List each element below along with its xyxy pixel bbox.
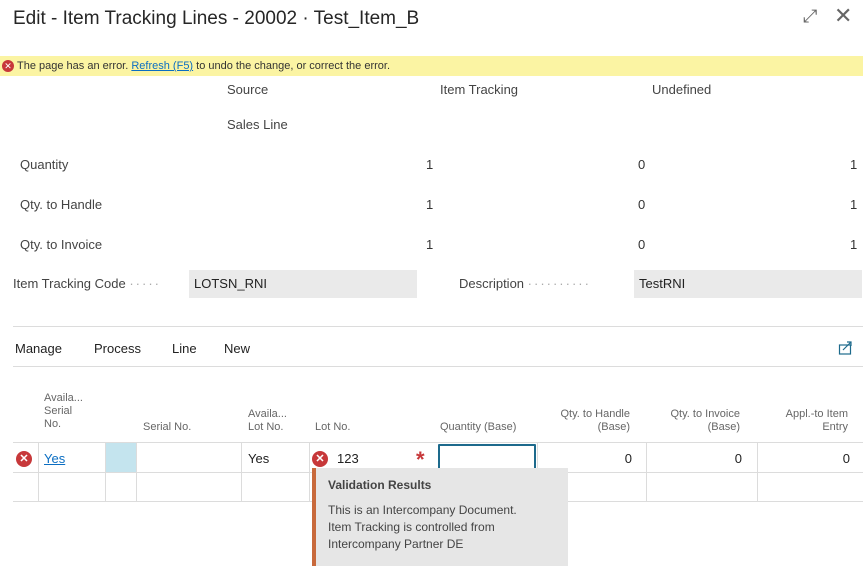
grid-line (309, 442, 310, 502)
qty-invoice-value[interactable]: 0 (710, 451, 742, 466)
refresh-link[interactable]: Refresh (F5) (131, 60, 193, 72)
quantity-undefined: 1 (850, 157, 858, 172)
col-serial-no[interactable]: Serial No. (143, 421, 191, 434)
row-label-qty-to-invoice: Qty. to Invoice (20, 237, 103, 252)
qty-handle-undefined: 1 (850, 197, 858, 212)
qty-invoice-undefined: 1 (850, 237, 858, 252)
header-source: Source (227, 82, 269, 97)
share-icon[interactable] (838, 340, 853, 355)
error-suffix: to undo the change, or correct the error… (193, 60, 391, 72)
error-banner: ✕ The page has an error. Refresh (F5) to… (0, 56, 863, 76)
appl-to-item-value[interactable]: 0 (818, 451, 850, 466)
col-quantity-base[interactable]: Quantity (Base) (440, 421, 516, 434)
header-item-tracking: Item Tracking (440, 82, 519, 97)
avail-lot-value[interactable]: Yes (248, 451, 269, 466)
page-title: Edit - Item Tracking Lines - 20002 · Tes… (13, 8, 420, 29)
validation-line: Intercompany Partner DE (328, 537, 464, 551)
col-avail-lot[interactable]: Availa... Lot No. (248, 408, 287, 434)
lot-no-value[interactable]: 123 (337, 451, 359, 466)
avail-serial-value[interactable]: Yes (44, 451, 65, 466)
qty-handle-item-tracking: 0 (638, 197, 646, 212)
menu-manage[interactable]: Manage (15, 341, 62, 356)
lot-error-icon: ✕ (312, 451, 328, 467)
error-prefix: The page has an error. (17, 60, 132, 72)
validation-line: This is an Intercompany Document. (328, 503, 517, 517)
quantity-item-tracking: 0 (638, 157, 646, 172)
divider (13, 366, 863, 367)
grid-line (38, 442, 39, 502)
description-label: Description ·········· (459, 276, 591, 291)
grid-line (646, 442, 647, 502)
close-icon[interactable]: ✕ (834, 3, 852, 29)
col-avail-serial[interactable]: Availa... Serial No. (44, 392, 83, 431)
col-appl-to-item-entry[interactable]: Appl.-to Item Entry (766, 408, 848, 434)
qty-invoice-item-tracking: 0 (638, 237, 646, 252)
item-tracking-code-field[interactable]: LOTSN_RNI (189, 270, 417, 298)
col-lot-no[interactable]: Lot No. (315, 421, 350, 434)
validation-title: Validation Results (328, 478, 432, 492)
row-error-icon: ✕ (16, 451, 32, 467)
qty-invoice-source: 1 (426, 237, 434, 252)
item-tracking-code-label: Item Tracking Code ····· (13, 276, 161, 291)
qty-handle-value[interactable]: 0 (600, 451, 632, 466)
menu-new[interactable]: New (224, 341, 250, 356)
menu-process[interactable]: Process (94, 341, 141, 356)
source-subheader: Sales Line (227, 117, 288, 132)
row-label-quantity: Quantity (20, 157, 69, 172)
col-qty-to-invoice[interactable]: Qty. to Invoice (Base) (658, 408, 741, 434)
menu-line[interactable]: Line (172, 341, 197, 356)
grid-line (136, 442, 137, 502)
row-label-qty-to-handle: Qty. to Handle (20, 197, 103, 212)
grid-line (757, 442, 758, 502)
divider (13, 326, 863, 327)
quantity-source: 1 (426, 157, 434, 172)
validation-line: Item Tracking is controlled from (328, 520, 495, 534)
grid-line (13, 442, 863, 443)
grid-line (241, 442, 242, 502)
description-field[interactable]: TestRNI (634, 270, 862, 298)
qty-handle-source: 1 (426, 197, 434, 212)
validation-popup: Validation Results This is an Intercompa… (312, 468, 568, 566)
selected-cell[interactable] (106, 443, 136, 472)
expand-icon[interactable]: ⤢ (803, 6, 817, 27)
error-icon: ✕ (2, 60, 14, 72)
header-undefined: Undefined (652, 82, 712, 97)
col-qty-to-handle[interactable]: Qty. to Handle (Base) (548, 408, 631, 434)
